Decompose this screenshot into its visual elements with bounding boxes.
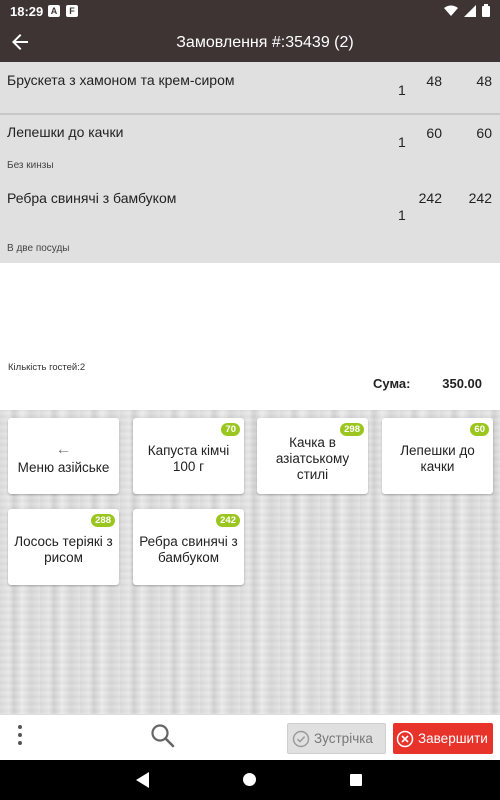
menu-item-tile[interactable]: 70 Капуста кімчі 100 г <box>133 418 244 494</box>
nav-home-icon[interactable] <box>243 773 256 786</box>
order-item-total: 242 <box>468 190 492 206</box>
system-nav-bar <box>0 760 500 800</box>
order-item-qty: 1 <box>398 207 406 223</box>
status-time: 18:29 <box>10 4 44 19</box>
order-row[interactable]: Ребра свинячі з бамбуком 1 242 242 В две… <box>0 178 500 263</box>
menu-item-tile[interactable]: 60 Лепешки до качки <box>382 418 493 494</box>
sum-value: 350.00 <box>442 376 482 391</box>
menu-item-label: Ребра свинячі з бамбуком <box>139 534 238 565</box>
menu-back-tile[interactable]: ← Меню азійське <box>8 418 119 494</box>
order-row[interactable]: Брускета з хамоном та крем-сиром 1 48 48 <box>0 62 500 114</box>
menu-grid: ← Меню азійське 70 Капуста кімчі 100 г 2… <box>0 410 500 714</box>
menu-item-tile[interactable]: 288 Лосось теріякі з рисом <box>8 509 119 585</box>
meeting-button-label: Зустрічка <box>314 731 373 746</box>
status-bar: 18:29 A F <box>0 0 500 24</box>
menu-item-label: Лепешки до качки <box>400 443 475 474</box>
order-item-price: 60 <box>426 125 442 141</box>
menu-item-label: Качка в азіатському стилі <box>275 435 350 482</box>
nav-back-icon[interactable] <box>136 772 150 788</box>
wifi-icon <box>444 5 458 16</box>
price-badge: 70 <box>221 423 240 436</box>
left-arrow-icon: ← <box>55 441 72 458</box>
finish-button[interactable]: Завершити <box>393 723 493 754</box>
app-bar: Замовлення #:35439 (2) <box>0 24 500 62</box>
menu-item-label: Капуста кімчі 100 г <box>147 443 230 474</box>
notification-f-icon: F <box>66 5 78 17</box>
order-item-name: Брускета з хамоном та крем-сиром <box>7 72 235 88</box>
signal-icon <box>464 4 476 17</box>
order-list: Брускета з хамоном та крем-сиром 1 48 48… <box>0 62 500 263</box>
check-circle-icon <box>292 730 310 747</box>
guest-count: Кількість гостей:2 <box>8 362 86 373</box>
nav-recents-icon[interactable] <box>350 774 362 786</box>
sum-label: Сума: <box>373 376 411 391</box>
order-item-note: Без кинзы <box>7 160 54 171</box>
price-badge: 288 <box>91 514 115 527</box>
price-badge: 298 <box>340 423 364 436</box>
order-item-name: Лепешки до качки <box>7 124 124 140</box>
order-item-price: 242 <box>418 190 442 206</box>
menu-item-tile[interactable]: 242 Ребра свинячі з бамбуком <box>133 509 244 585</box>
order-item-total: 60 <box>476 125 492 141</box>
notification-a-icon: A <box>48 5 60 17</box>
order-row[interactable]: Лепешки до качки 1 60 60 Без кинзы <box>0 115 500 178</box>
finish-button-label: Завершити <box>418 731 488 746</box>
bottom-action-bar: Зустрічка Завершити <box>0 714 500 760</box>
menu-item-tile[interactable]: 298 Качка в азіатському стилі <box>257 418 368 494</box>
menu-category-label: Меню азійське <box>17 460 110 475</box>
more-options-icon[interactable] <box>18 725 24 749</box>
order-item-qty: 1 <box>398 134 406 150</box>
meeting-button[interactable]: Зустрічка <box>287 723 386 754</box>
battery-icon <box>482 4 490 17</box>
search-icon[interactable] <box>150 723 176 749</box>
close-circle-icon <box>396 730 414 747</box>
order-title: Замовлення #:35439 (2) <box>176 34 354 51</box>
order-item-total: 48 <box>476 73 492 89</box>
order-item-price: 48 <box>426 73 442 89</box>
price-badge: 242 <box>216 514 240 527</box>
order-item-qty: 1 <box>398 82 406 98</box>
menu-item-label: Лосось теріякі з рисом <box>14 534 113 565</box>
order-item-note: В две посуды <box>7 243 70 254</box>
price-badge: 60 <box>470 423 489 436</box>
order-item-name: Ребра свинячі з бамбуком <box>7 190 177 206</box>
